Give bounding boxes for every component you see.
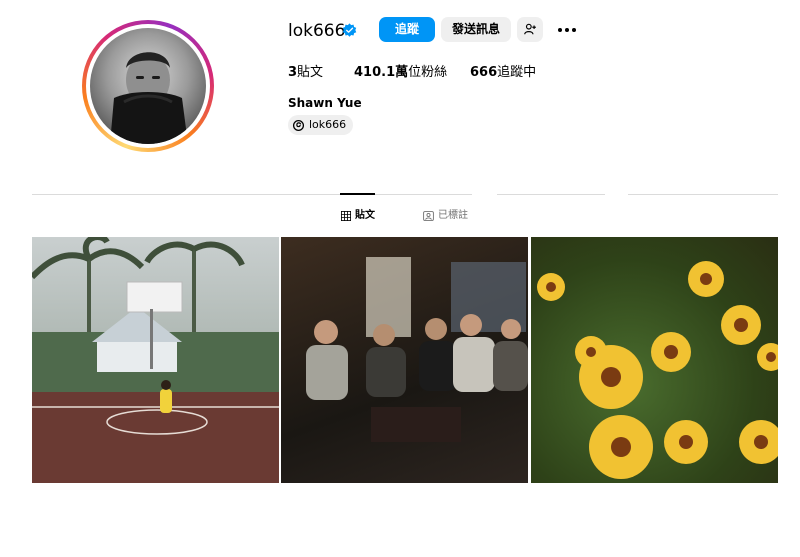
post-thumbnail[interactable] — [281, 237, 528, 483]
threads-link[interactable]: lok666 — [288, 115, 354, 135]
post-thumbnail[interactable] — [32, 237, 279, 483]
following-count-label: 追蹤中 — [497, 65, 537, 80]
post-thumbnail[interactable] — [531, 237, 778, 483]
message-button[interactable]: 發送訊息 — [441, 17, 511, 42]
following-count-value: 666 — [470, 65, 498, 80]
story-ring[interactable] — [82, 20, 214, 152]
post-3-image — [537, 261, 778, 479]
verified-badge-icon — [342, 23, 357, 37]
tagged-icon — [423, 211, 434, 221]
post-1-image — [32, 237, 279, 483]
section-divider — [628, 194, 778, 195]
tab-tagged-label: 已標註 — [438, 210, 468, 221]
posts-count-label: 貼文 — [297, 65, 324, 80]
posts-count-value: 3 — [288, 65, 298, 80]
section-divider — [32, 194, 472, 195]
post-2-image — [306, 257, 528, 442]
full-name: Shawn Yue — [288, 96, 362, 110]
more-horizontal-icon[interactable] — [556, 22, 578, 38]
username: lok666 — [288, 21, 346, 41]
threads-icon — [292, 119, 305, 131]
avatar[interactable] — [90, 28, 206, 144]
followers-count-label: 位粉絲 — [408, 65, 448, 80]
person-add-icon — [524, 23, 536, 35]
follow-button[interactable]: 追蹤 — [379, 17, 435, 42]
suggested-users-button[interactable] — [517, 17, 543, 42]
tab-posts[interactable]: 貼文 — [341, 209, 375, 223]
tab-posts-label: 貼文 — [355, 210, 375, 221]
tab-tagged[interactable]: 已標註 — [423, 209, 468, 223]
followers-count[interactable]: 410.1萬位粉絲 — [354, 64, 447, 82]
avatar-portrait — [110, 52, 188, 144]
posts-count: 3貼文 — [288, 64, 323, 82]
following-count[interactable]: 666追蹤中 — [470, 64, 536, 82]
threads-handle: lok666 — [309, 118, 347, 131]
active-tab-indicator — [340, 193, 375, 195]
followers-count-value: 410.1萬 — [354, 65, 409, 80]
avatar-frame — [86, 24, 210, 148]
grid-icon — [341, 211, 351, 221]
section-divider — [497, 194, 605, 195]
